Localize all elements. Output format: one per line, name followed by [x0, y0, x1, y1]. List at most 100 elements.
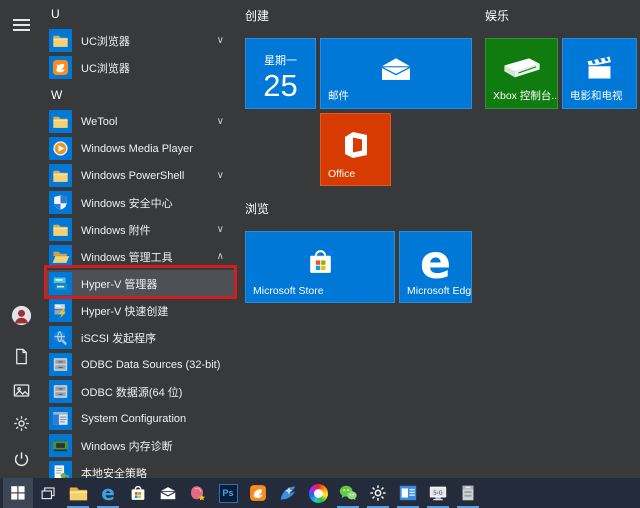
taskbar-archive-app-button[interactable] [453, 478, 483, 508]
app-label: WeTool [81, 116, 117, 128]
taskbar-mail-app-button[interactable] [153, 478, 183, 508]
taskbar-photoshop-button[interactable]: Ps [213, 478, 243, 508]
folder-icon [49, 110, 72, 133]
taskbar-task-view-button[interactable] [33, 478, 63, 508]
taskbar-screentogif-button[interactable]: S›G [423, 478, 453, 508]
app-list-section-header: U [44, 0, 237, 27]
shield-icon [49, 191, 72, 214]
power-icon[interactable] [10, 448, 32, 470]
taskbar-settings-button[interactable] [363, 478, 393, 508]
app-label: Hyper-V 快速创建 [81, 303, 168, 319]
app-label: ODBC 数据源(64 位) [81, 384, 182, 400]
envelope-icon [158, 483, 178, 503]
chevron-down-icon[interactable]: ∨ [217, 117, 224, 127]
taskbar-file-explorer-button[interactable] [63, 478, 93, 508]
tile-xbox[interactable]: Xbox 控制台... [485, 38, 558, 109]
app-list-item[interactable]: ODBC Data Sources (32-bit) [44, 351, 237, 378]
app-list-item[interactable]: Windows 内存诊断 [44, 432, 237, 459]
windows-start-screen: UUC浏览器∨UC浏览器WWeTool∨Windows Media Player… [0, 0, 640, 508]
taskbar-wechat-button[interactable] [333, 478, 363, 508]
app-label: ODBC Data Sources (32-bit) [81, 359, 220, 371]
office-tile-icon [321, 114, 390, 175]
app-list-item[interactable]: 本地安全策略 [44, 459, 237, 478]
app-list-item[interactable]: Windows Media Player [44, 135, 237, 162]
taskbar-microsoft-store-button[interactable] [123, 478, 153, 508]
tile-edge[interactable]: eMicrosoft Edge [399, 231, 472, 303]
app-label: Windows Media Player [81, 143, 193, 155]
task-view-icon [40, 485, 57, 502]
chevron-down-icon[interactable]: ∨ [217, 225, 224, 235]
app-list-item[interactable]: System Configuration [44, 405, 237, 432]
app-label: 本地安全策略 [81, 465, 147, 479]
uc-icon [49, 56, 72, 79]
taskbar-start-button[interactable] [3, 478, 33, 508]
odbc-icon [49, 353, 72, 376]
pictures-icon[interactable] [10, 379, 32, 401]
documents-icon[interactable] [10, 345, 32, 367]
chevron-down-icon[interactable]: ∨ [217, 171, 224, 181]
tile-store[interactable]: Microsoft Store [245, 231, 395, 303]
tile-mail[interactable]: 邮件 [320, 38, 472, 109]
app-list-folder[interactable]: Windows PowerShell∨ [44, 162, 237, 189]
tile-label: Office [328, 168, 355, 180]
sysconfig-icon [49, 407, 72, 430]
folder-icon [49, 218, 72, 241]
taskbar-pink-star-app-button[interactable] [183, 478, 213, 508]
taskbar-edge-browser-button[interactable]: e [93, 478, 123, 508]
color-wheel-icon [309, 484, 328, 503]
app-list-folder[interactable]: Windows 附件 ∨ [44, 216, 237, 243]
gear-white-icon [368, 483, 388, 503]
taskbar-color-wheel-app-button[interactable] [303, 478, 333, 508]
taskbar-uc-browser-button[interactable] [243, 478, 273, 508]
app-label: Windows 附件 [81, 222, 151, 238]
wmp-icon [49, 137, 72, 160]
app-list-folder[interactable]: WeTool ∨ [44, 108, 237, 135]
wechat-icon [338, 483, 358, 503]
app-list-item[interactable]: Windows 安全中心 [44, 189, 237, 216]
app-list-item[interactable]: UC浏览器 [44, 54, 237, 81]
app-list-item[interactable]: ODBC 数据源(64 位) [44, 378, 237, 405]
tile-group-label: 创建 [245, 7, 269, 24]
taskbar-blue-swoosh-app-button[interactable] [273, 478, 303, 508]
chevron-up-icon[interactable]: ∧ [217, 252, 224, 262]
chevron-down-icon[interactable]: ∨ [217, 36, 224, 46]
odbc-icon [49, 380, 72, 403]
app-list-item[interactable]: Hyper-V 管理器 [44, 270, 237, 297]
tile-calendar[interactable]: 星期一25 [245, 38, 316, 109]
edge-icon: e [101, 483, 115, 503]
store-tile-icon [246, 232, 394, 292]
tile-office[interactable]: Office [320, 113, 391, 186]
app-list-folder[interactable]: UC浏览器 ∨ [44, 27, 237, 54]
tile-label: Microsoft Store [253, 285, 324, 297]
app-list-item[interactable]: Hyper-V 快速创建 [44, 297, 237, 324]
iscsi-icon [49, 326, 72, 349]
app-label: UC浏览器 [81, 33, 130, 49]
store-bag-icon [128, 483, 148, 503]
app-list-folder[interactable]: Windows 管理工具 ∧ [44, 243, 237, 270]
screen-gif-icon: S›G [428, 483, 448, 503]
app-label: iSCSI 发起程序 [81, 330, 156, 346]
app-list-section-header: W [44, 81, 237, 108]
folder-icon [49, 164, 72, 187]
app-list-item[interactable]: iSCSI 发起程序 [44, 324, 237, 351]
left-rail [0, 0, 44, 478]
uc-icon [248, 483, 268, 503]
folder-icon [49, 29, 72, 52]
secpolicy-icon [49, 461, 72, 478]
user-avatar-icon[interactable] [10, 304, 32, 326]
app-label: Windows 管理工具 [81, 249, 173, 265]
folder-taskbar-icon [68, 483, 88, 503]
blue-swoosh-icon [278, 483, 298, 503]
taskbar: e Ps S›G [0, 478, 640, 508]
hamburger-menu-icon[interactable] [10, 14, 32, 36]
taskbar-blue-panel-app-button[interactable] [393, 478, 423, 508]
app-label: Hyper-V 管理器 [81, 276, 157, 292]
calendar-date: 25 [246, 68, 315, 104]
tile-group-label: 娱乐 [485, 7, 509, 24]
app-label: System Configuration [81, 413, 186, 425]
tile-movies[interactable]: 电影和电视 [562, 38, 637, 109]
pink-star-icon [188, 483, 208, 503]
app-list: UUC浏览器∨UC浏览器WWeTool∨Windows Media Player… [44, 0, 237, 478]
start-menu: UUC浏览器∨UC浏览器WWeTool∨Windows Media Player… [0, 0, 640, 478]
settings-gear-icon[interactable] [10, 412, 32, 434]
